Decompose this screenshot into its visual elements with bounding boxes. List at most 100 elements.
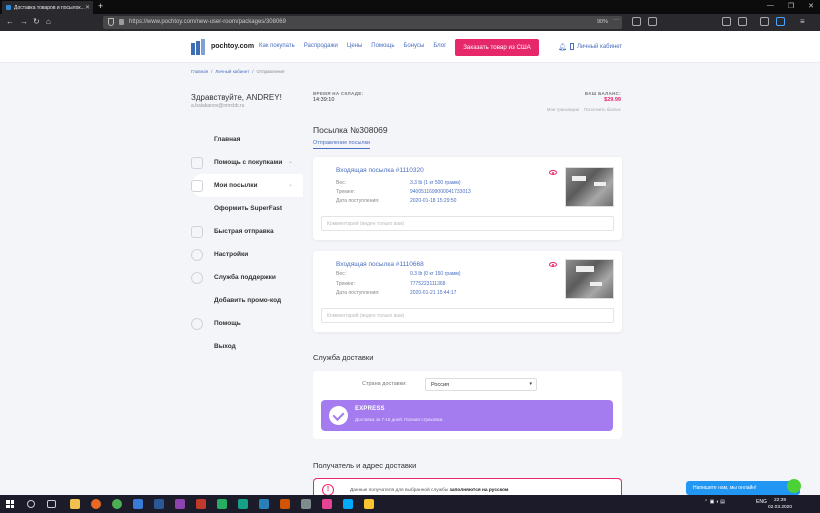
sidebar-item-quick-send[interactable]: Быстрая отправка bbox=[191, 220, 303, 243]
service-name: EXPRESS bbox=[355, 406, 385, 412]
comment-input[interactable]: Комментарий (виден только вам) bbox=[321, 216, 614, 231]
chat-icon bbox=[191, 317, 203, 330]
date-label: Дата поступления: bbox=[336, 290, 380, 296]
reload-icon[interactable]: ↻ bbox=[33, 17, 40, 27]
sidebar-item-label: Главная bbox=[214, 136, 241, 143]
nav-blog[interactable]: Блог bbox=[433, 43, 446, 49]
logo-text[interactable]: pochtoy.com bbox=[211, 43, 254, 50]
package-title[interactable]: Входящая посылка #1110668 bbox=[336, 261, 424, 268]
clock-time: 22:39 bbox=[774, 498, 787, 503]
windows-start-icon[interactable] bbox=[6, 500, 14, 508]
sidebar-item-my-parcels[interactable]: Мои посылки ⌄ bbox=[191, 174, 303, 197]
library-icon[interactable] bbox=[632, 17, 641, 26]
order-from-usa-button[interactable]: Заказать товар из США bbox=[455, 39, 539, 56]
tab-send-parcel[interactable]: Отправление посылки bbox=[313, 140, 371, 149]
app-icon[interactable] bbox=[259, 499, 269, 509]
app-icon[interactable] bbox=[217, 499, 227, 509]
close-window-icon[interactable]: ✕ bbox=[808, 2, 814, 10]
logo-cube-icon[interactable] bbox=[191, 39, 207, 55]
sidebar-item-logout[interactable]: Выход bbox=[191, 335, 303, 358]
sidebar-item-help[interactable]: Помощь bbox=[191, 312, 303, 335]
sidebar-item-label: Служба поддержки bbox=[214, 274, 276, 281]
sidebar-item-superfast[interactable]: Оформить SuperFast bbox=[191, 197, 303, 220]
app-icon[interactable] bbox=[154, 499, 164, 509]
app-icon[interactable] bbox=[175, 499, 185, 509]
extension-icon[interactable] bbox=[760, 17, 769, 26]
box-icon bbox=[191, 179, 203, 192]
close-tab-icon[interactable]: ✕ bbox=[85, 4, 90, 11]
tracking-value[interactable]: 9400511699000041733013 bbox=[410, 189, 471, 195]
nav-how-to-buy[interactable]: Как покупать bbox=[259, 43, 295, 49]
express-service-option[interactable]: EXPRESS Доставка за 7-16 дней. Полная ст… bbox=[321, 400, 613, 431]
chat-widget[interactable]: Напишите нам, мы онлайн! bbox=[686, 481, 800, 495]
personal-cabinet-link[interactable]: Личный кабинет bbox=[570, 43, 622, 50]
home-icon[interactable]: ⌂ bbox=[46, 17, 51, 27]
door-icon bbox=[570, 43, 574, 50]
app-icon[interactable] bbox=[364, 499, 374, 509]
nav-bonuses[interactable]: Бонусы bbox=[403, 43, 424, 49]
package-photo[interactable] bbox=[565, 167, 614, 207]
extension-icon[interactable] bbox=[776, 17, 785, 26]
app-icon[interactable] bbox=[301, 499, 311, 509]
breadcrumb-home[interactable]: Главная bbox=[191, 69, 208, 74]
nav-prices[interactable]: Цены bbox=[347, 43, 362, 49]
reader-icon[interactable] bbox=[648, 17, 657, 26]
firefox-icon[interactable] bbox=[91, 499, 101, 509]
warning-text: Данные получателя для выбранной службы з… bbox=[350, 488, 509, 493]
minimize-icon[interactable]: — bbox=[767, 2, 774, 10]
package-card: Входящая посылка #1110668 Вес: 0.3 lb (0… bbox=[313, 251, 622, 332]
shield-icon[interactable] bbox=[108, 18, 114, 26]
task-view-icon[interactable] bbox=[47, 500, 56, 508]
sidebar-item-label: Выход bbox=[214, 343, 236, 350]
extension-icon[interactable] bbox=[738, 17, 747, 26]
sidebar-item-support[interactable]: Служба поддержки bbox=[191, 266, 303, 289]
nav-sales[interactable]: Распродажи bbox=[304, 43, 338, 49]
package-weight-row: Вес: 0.3 lb (0 кг 150 грамм) bbox=[336, 271, 461, 277]
menu-icon[interactable]: ≡ bbox=[800, 17, 805, 27]
app-icon[interactable] bbox=[343, 499, 353, 509]
language-indicator[interactable]: ENG bbox=[756, 499, 767, 505]
browser-tab[interactable]: Доставка товаров и посылок... ✕ bbox=[2, 1, 93, 14]
page-actions-icon[interactable]: ··· bbox=[613, 17, 619, 23]
sidebar-item-settings[interactable]: Настройки bbox=[191, 243, 303, 266]
maximize-icon[interactable]: ❐ bbox=[788, 2, 794, 10]
sidebar-item-promo-code[interactable]: Добавить промо-код bbox=[191, 289, 303, 312]
nav-help[interactable]: Помощь bbox=[371, 43, 394, 49]
breadcrumb-current: Отправления bbox=[256, 69, 285, 74]
topup-link[interactable]: Пополнить баланс bbox=[584, 107, 621, 112]
comment-input[interactable]: Комментарий (виден только вам) bbox=[321, 308, 614, 323]
forward-icon[interactable]: → bbox=[20, 17, 28, 27]
eye-icon[interactable] bbox=[549, 262, 557, 267]
tracking-value[interactable]: 7775223111368 bbox=[410, 281, 445, 287]
back-icon[interactable]: ← bbox=[6, 17, 14, 27]
country-select[interactable]: Россия ▾ bbox=[425, 378, 537, 391]
explorer-icon[interactable] bbox=[70, 499, 80, 509]
zoom-level[interactable]: 90% bbox=[597, 18, 608, 27]
app-icon[interactable] bbox=[196, 499, 206, 509]
gear-icon bbox=[191, 248, 203, 261]
app-icon[interactable] bbox=[280, 499, 290, 509]
url-text[interactable]: https://www.pochtoy.com/new-user-room/pa… bbox=[129, 18, 286, 27]
chevron-down-icon: ⌄ bbox=[287, 182, 293, 188]
search-icon[interactable] bbox=[27, 500, 35, 508]
breadcrumb-cabinet[interactable]: Личный кабинет bbox=[215, 69, 249, 74]
logout-icon bbox=[191, 341, 203, 353]
address-bar[interactable]: https://www.pochtoy.com/new-user-room/pa… bbox=[103, 16, 622, 29]
package-title[interactable]: Входящая посылка #1110320 bbox=[336, 167, 424, 174]
tray-icons[interactable]: ⌃ ▣ ◖ ▤ bbox=[704, 499, 725, 505]
sidebar-item-home[interactable]: Главная bbox=[191, 128, 303, 151]
app-icon[interactable] bbox=[133, 499, 143, 509]
app-icon[interactable] bbox=[322, 499, 332, 509]
eye-icon[interactable] bbox=[549, 170, 557, 175]
chrome-icon[interactable] bbox=[112, 499, 122, 509]
system-clock[interactable]: 22:39 02.03.2020 bbox=[768, 497, 792, 511]
chat-bubble-icon[interactable] bbox=[787, 479, 801, 493]
extension-icon[interactable] bbox=[722, 17, 731, 26]
transactions-link[interactable]: Мои транзакции bbox=[547, 107, 579, 112]
sidebar-item-shopping-help[interactable]: Помощь с покупками ⌄ bbox=[191, 151, 303, 174]
bell-icon[interactable]: 🔔︎ bbox=[558, 43, 567, 51]
new-tab-button[interactable]: + bbox=[98, 1, 103, 11]
weight-value: 0.3 lb (0 кг 150 грамм) bbox=[410, 271, 461, 277]
package-photo[interactable] bbox=[565, 259, 614, 299]
app-icon[interactable] bbox=[238, 499, 248, 509]
